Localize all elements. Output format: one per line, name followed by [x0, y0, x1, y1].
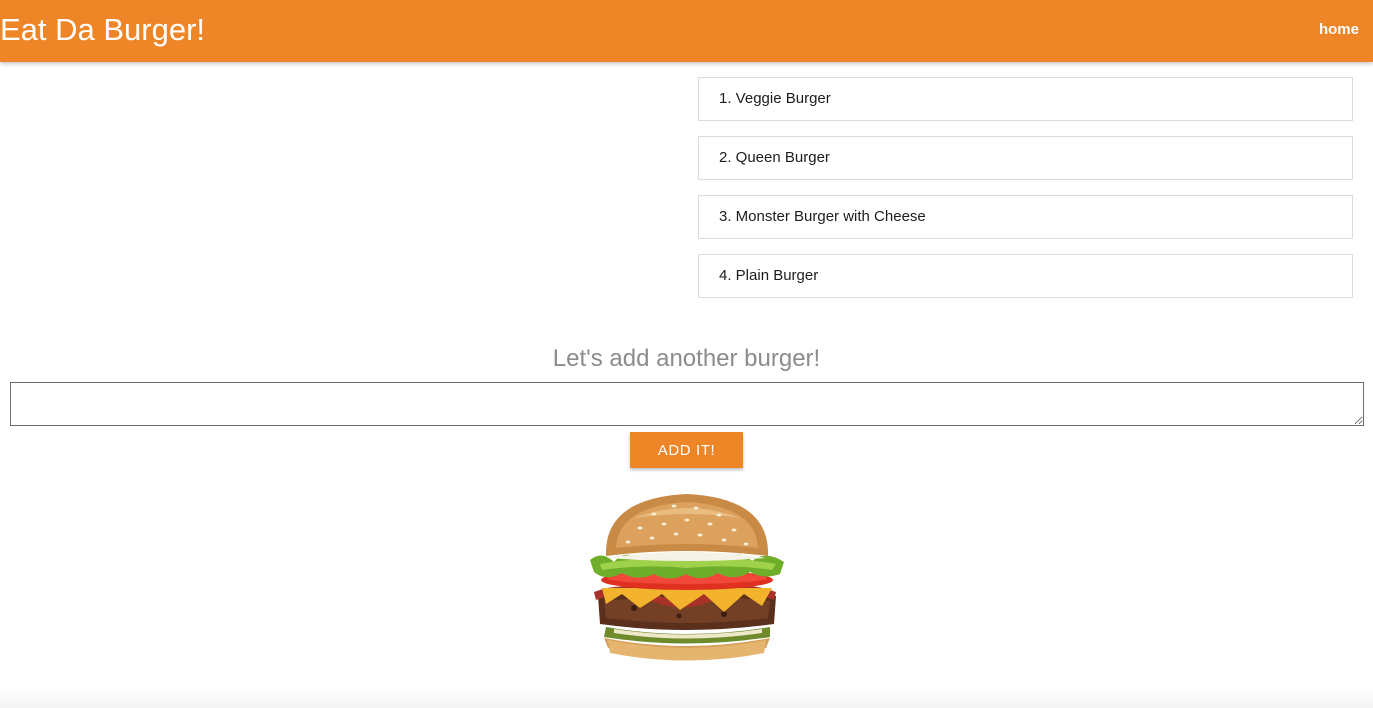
cheeseburger-image: [590, 494, 784, 661]
burger-list-item[interactable]: 1. Veggie Burger: [698, 77, 1353, 121]
burger-list: 1. Veggie Burger 2. Queen Burger 3. Mons…: [698, 77, 1353, 313]
add-burger-heading: Let's add another burger!: [552, 345, 821, 372]
burger-name-input[interactable]: [10, 382, 1364, 426]
navbar: Eat Da Burger! home: [0, 0, 1373, 62]
brand-logo-link[interactable]: Eat Da Burger!: [0, 10, 205, 50]
burger-list-item[interactable]: 3. Monster Burger with Cheese: [698, 195, 1353, 239]
home-link[interactable]: home: [1319, 20, 1359, 40]
add-it-button[interactable]: ADD IT!: [630, 432, 743, 468]
footer-shadow: [0, 686, 1373, 708]
burger-list-item[interactable]: 2. Queen Burger: [698, 136, 1353, 180]
burger-list-item[interactable]: 4. Plain Burger: [698, 254, 1353, 298]
